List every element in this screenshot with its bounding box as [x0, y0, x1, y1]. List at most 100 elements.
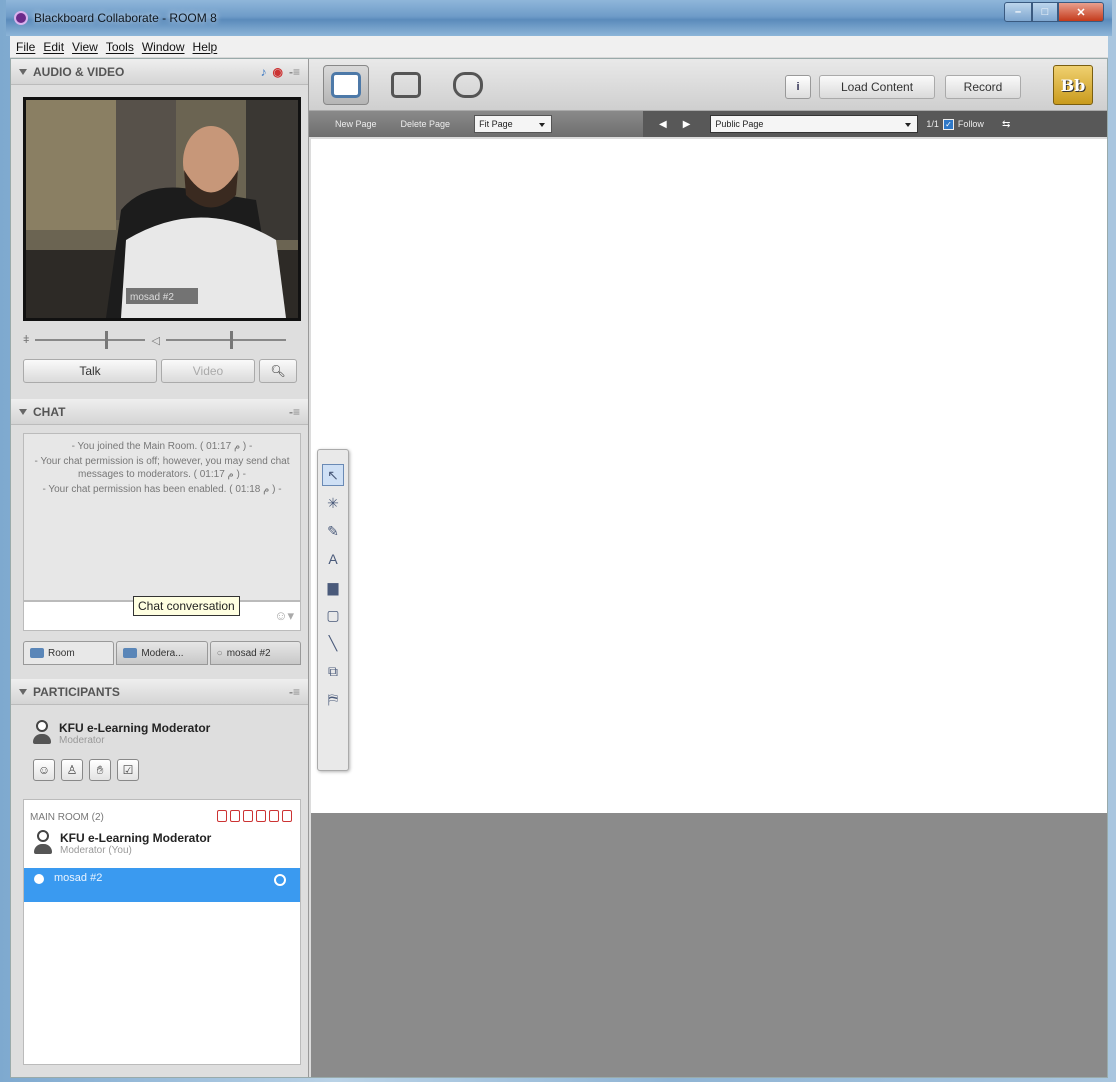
chat-header[interactable]: CHAT -≡	[11, 399, 308, 425]
app-window: Blackboard Collaborate - ROOM 8 – □ ✕ Fi…	[6, 0, 1112, 1082]
speaker-slider-thumb[interactable]	[229, 331, 233, 349]
load-content-button[interactable]: Load Content	[819, 75, 935, 99]
video-button[interactable]: Video	[161, 359, 255, 383]
filled-rect-tool-icon[interactable]: ▆	[322, 576, 344, 598]
page-count: 1/1	[926, 119, 939, 129]
minimize-button[interactable]: –	[1004, 2, 1032, 22]
participants-header[interactable]: PARTICIPANTS -≡	[11, 679, 308, 705]
record-button[interactable]: Record	[945, 75, 1021, 99]
clipart-tool-icon[interactable]: ⧉	[322, 660, 344, 682]
left-panel: AUDIO & VIDEO ♪ ◉ -≡ mosad #2 ǂ ◁ Talk V…	[11, 59, 309, 1077]
blackboard-logo: Bb	[1053, 65, 1093, 105]
video-feed: mosad #2	[23, 97, 301, 321]
audio-video-header[interactable]: AUDIO & VIDEO ♪ ◉ -≡	[11, 59, 308, 85]
emoticon-icon[interactable]: ☺▾	[274, 608, 294, 624]
whiteboard-canvas[interactable]	[311, 139, 1107, 813]
polling-icon[interactable]: ☑	[117, 759, 139, 781]
collapse-caret-icon[interactable]	[19, 688, 27, 695]
window-title: Blackboard Collaborate - ROOM 8	[34, 11, 217, 25]
tab-moderators[interactable]: Modera...	[116, 641, 208, 665]
menu-window[interactable]: Window	[138, 40, 189, 54]
webcam-image: mosad #2	[26, 100, 298, 318]
page-select[interactable]: Public Page	[710, 115, 919, 133]
collapse-caret-icon[interactable]	[19, 68, 27, 75]
web-permission-icon[interactable]	[282, 810, 292, 822]
line-tool-icon[interactable]: ╲	[322, 632, 344, 654]
video-permission-icon[interactable]	[230, 810, 240, 822]
text-tool-icon[interactable]: A	[322, 548, 344, 570]
menu-edit[interactable]: Edit	[39, 40, 68, 54]
step-away-icon[interactable]: ♙	[61, 759, 83, 781]
participant-role: Moderator (You)	[60, 844, 132, 856]
selector-tool-icon[interactable]: ↖	[322, 464, 344, 486]
app-share-mode-button[interactable]	[383, 65, 429, 105]
menu-tools[interactable]: Tools	[102, 40, 138, 54]
menu-view[interactable]: View	[68, 40, 102, 54]
list-item[interactable]: KFU e-Learning Moderator Moderator (You)	[34, 830, 211, 856]
microphone-icon: ǂ	[23, 334, 30, 346]
mic-slider-thumb[interactable]	[105, 331, 109, 349]
menu-file[interactable]: File	[12, 40, 39, 54]
close-button[interactable]: ✕	[1058, 2, 1104, 22]
panel-menu-icon[interactable]: -≡	[289, 65, 300, 79]
web-tour-icon	[453, 72, 483, 98]
panel-menu-icon[interactable]: -≡	[289, 405, 300, 419]
video-setup-icon[interactable]: ◉	[273, 65, 283, 79]
talk-button[interactable]: Talk	[23, 359, 157, 383]
chat-title: CHAT	[33, 404, 66, 419]
user-icon: ○	[216, 647, 223, 659]
volume-sliders: ǂ ◁	[23, 329, 301, 351]
audio-setup-icon[interactable]: ♪	[261, 65, 267, 79]
activity-indicator-icon	[274, 874, 286, 886]
tab-private[interactable]: ○ mosad #2	[209, 641, 301, 665]
magnifier-icon: 🔍︎	[270, 364, 286, 378]
rectangle-tool-icon[interactable]: ▢	[322, 604, 344, 626]
prev-page-icon[interactable]: ◀	[659, 119, 667, 130]
new-page-button[interactable]: New Page	[323, 119, 389, 129]
list-item-selected[interactable]: mosad #2	[24, 868, 300, 902]
speaker-volume-slider[interactable]	[165, 331, 286, 349]
room-icon	[30, 648, 44, 658]
pen-tool-icon[interactable]: ✎	[322, 520, 344, 542]
panel-menu-icon[interactable]: -≡	[289, 685, 300, 699]
page-toolbar: New Page Delete Page Fit Page ◀ ▶ Public…	[309, 111, 1107, 137]
drawing-toolbar: ↖ ✳ ✎ A ▆ ▢ ╲ ⧉ ⛿	[317, 449, 349, 771]
participants-title: PARTICIPANTS	[33, 684, 120, 699]
next-page-icon[interactable]: ▶	[683, 119, 691, 130]
whiteboard-mode-button[interactable]	[323, 65, 369, 105]
tab-room[interactable]: Room	[23, 641, 115, 665]
preview-button[interactable]: 🔍︎	[259, 359, 297, 383]
participant-icon	[34, 874, 44, 884]
tab-private-label: mosad #2	[226, 647, 271, 659]
follow-checkbox[interactable]: ✓	[942, 118, 954, 130]
chat-history: - You joined the Main Room. ( 01:17 م ) …	[23, 433, 301, 601]
collapse-caret-icon[interactable]	[19, 408, 27, 415]
whiteboard-icon	[331, 72, 361, 98]
page-navigation: ◀ ▶ Public Page 1/1 ✓ Follow ⇆	[643, 111, 1107, 137]
delete-page-button[interactable]: Delete Page	[389, 119, 463, 129]
screen-capture-tool-icon[interactable]: ⛿	[322, 688, 344, 710]
follow-label: Follow	[957, 119, 984, 129]
appshare-permission-icon[interactable]	[269, 810, 279, 822]
whiteboard-permission-icon[interactable]	[256, 810, 266, 822]
maximize-button[interactable]: □	[1032, 2, 1058, 22]
participant-name: mosad #2	[54, 872, 103, 884]
info-button[interactable]: i	[785, 75, 811, 99]
participant-tools: ☺ ♙ ✋︎ ☑	[33, 759, 139, 781]
pointer-tool-icon[interactable]: ✳	[322, 492, 344, 514]
audio-permission-icon[interactable]	[217, 810, 227, 822]
emotion-icon[interactable]: ☺	[33, 759, 55, 781]
chat-permission-icon[interactable]	[243, 810, 253, 822]
raise-hand-icon[interactable]: ✋︎	[89, 759, 111, 781]
menu-help[interactable]: Help	[189, 40, 222, 54]
mic-volume-slider[interactable]	[35, 331, 146, 349]
web-tour-mode-button[interactable]	[445, 65, 491, 105]
moderator-icon	[34, 830, 52, 856]
send-page-icon[interactable]: ⇆	[1002, 119, 1010, 130]
chat-message: - Your chat permission has been enabled.…	[42, 484, 282, 495]
room-label: MAIN ROOM (2)	[30, 812, 104, 823]
participant-list: MAIN ROOM (2) KFU e-Learning Moderator M…	[23, 799, 301, 1065]
fit-page-select[interactable]: Fit Page	[474, 115, 553, 133]
content-area: i Load Content Record Bb New Page Delete…	[309, 59, 1107, 1077]
chat-message: - Your chat permission is off; however, …	[34, 456, 290, 480]
